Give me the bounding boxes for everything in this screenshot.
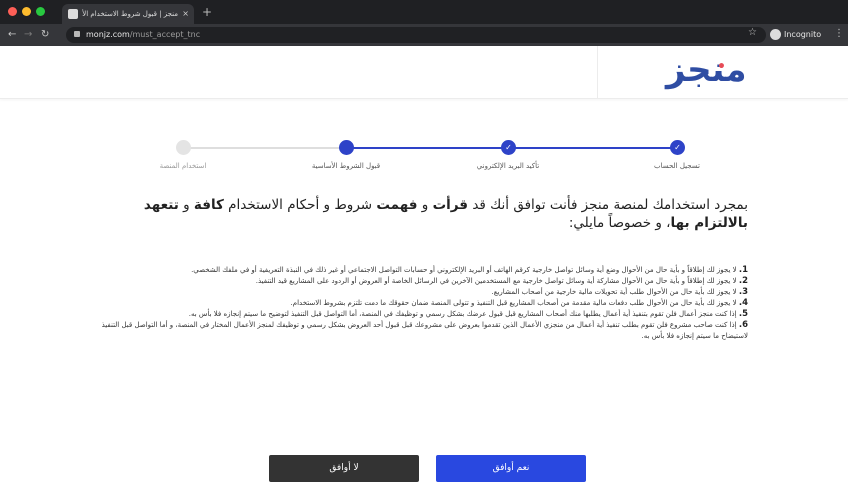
url-field[interactable]: monjz.com/must_accept_tnc: [66, 27, 766, 43]
term-number: 3.: [738, 287, 748, 297]
intro-read: قرأت: [432, 197, 469, 213]
site-header: منجز •: [0, 46, 848, 99]
term-item-1: 1. لا يجوز لك إطلاقاً و بأية حال من الأح…: [98, 265, 748, 276]
intro-understood: فهمت: [376, 197, 418, 213]
term-text: إذا كنت صاحب مشروع فلن تقوم بطلب تنفيذ أ…: [101, 321, 748, 340]
logo-dot-icon: •: [717, 59, 727, 75]
intro-text-2: و: [417, 197, 433, 213]
accept-button[interactable]: نعم أوافق: [436, 455, 586, 482]
term-number: 6.: [738, 320, 748, 330]
step-3-current-indicator: [339, 140, 354, 155]
favicon-icon: [68, 9, 78, 19]
step-4-label: استخدام المنصة: [159, 162, 207, 170]
new-tab-button[interactable]: +: [202, 4, 212, 20]
term-item-2: 2. لا يجوز لك إطلاقاً و بأية حال من الأح…: [98, 276, 748, 287]
term-item-3: 3. لا يجوز لك بأية حال من الأحوال طلب أي…: [98, 287, 748, 298]
step-4-pending-indicator: [176, 140, 191, 155]
intro-text-1: بمجرد استخدامك لمنصة منجز فأنت توافق أنك…: [468, 197, 748, 213]
intro-all: كافة: [193, 197, 224, 213]
incognito-indicator[interactable]: Incognito: [770, 28, 821, 42]
tab-strip: منجز | قبول شروط الاستخدام الأسا… × +: [0, 0, 848, 24]
step-3-label: قبول الشروط الأساسية: [311, 162, 381, 170]
step-1-label: تسجيل الحساب: [654, 162, 700, 170]
incognito-label: Incognito: [784, 30, 822, 39]
close-window-button[interactable]: [8, 7, 17, 16]
url-path: /must_accept_tnc: [129, 30, 201, 39]
logo-text: منجز: [666, 50, 747, 90]
intro-text-5: ، و خصوصاً مايلي:: [568, 215, 671, 231]
step-1-check-icon: ✓: [670, 140, 685, 155]
intro-text-4: و: [178, 197, 194, 213]
term-number: 2.: [738, 276, 748, 286]
term-text: لا يجوز لك إطلاقاً و بأية حال من الأحوال…: [191, 266, 737, 274]
bookmark-star-icon[interactable]: ☆: [748, 27, 757, 38]
minimize-window-button[interactable]: [22, 7, 31, 16]
reload-icon[interactable]: ↻: [41, 28, 49, 42]
step-2-check-icon: ✓: [501, 140, 516, 155]
url-domain: monjz.com: [86, 30, 130, 39]
term-text: إذا كنت منجز أعمال فلن تقوم بتنفيذ أية أ…: [188, 310, 737, 318]
header-divider: [597, 46, 598, 98]
term-item-5: 5. إذا كنت منجز أعمال فلن تقوم بتنفيذ أي…: [98, 309, 748, 320]
term-item-4: 4. لا يجوز لك بأية حال من الأحوال طلب دف…: [98, 298, 748, 309]
back-arrow-icon[interactable]: ←: [8, 28, 16, 42]
term-item-6: 6. إذا كنت صاحب مشروع فلن تقوم بطلب تنفي…: [98, 320, 748, 342]
address-bar: ← → ↻ monjz.com/must_accept_tnc ☆ Incogn…: [0, 24, 848, 46]
tab-close-button[interactable]: ×: [182, 4, 189, 24]
step-2-label: تأكيد البريد الإلكتروني: [476, 162, 540, 170]
browser-tab[interactable]: منجز | قبول شروط الاستخدام الأسا… ×: [62, 4, 194, 24]
browser-menu-icon[interactable]: ⋮: [834, 28, 844, 39]
lock-icon: [74, 31, 80, 37]
site-logo[interactable]: منجز •: [666, 52, 747, 88]
terms-intro: بمجرد استخدامك لمنصة منجز فأنت توافق أنك…: [100, 196, 748, 232]
term-text: لا يجوز لك بأية حال من الأحوال طلب دفعات…: [290, 299, 737, 307]
tab-title: منجز | قبول شروط الاستخدام الأسا…: [82, 10, 178, 18]
forward-arrow-icon[interactable]: →: [24, 28, 32, 42]
browser-window: منجز | قبول شروط الاستخدام الأسا… × + ← …: [0, 0, 848, 487]
decline-button[interactable]: لا أوافق: [269, 455, 419, 482]
term-number: 1.: [738, 265, 748, 275]
terms-list: 1. لا يجوز لك إطلاقاً و بأية حال من الأح…: [98, 265, 748, 342]
maximize-window-button[interactable]: [36, 7, 45, 16]
url-text: monjz.com/must_accept_tnc: [86, 27, 200, 43]
progress-stepper: ✓ تسجيل الحساب ✓ تأكيد البريد الإلكتروني…: [150, 140, 710, 180]
intro-text-3: شروط و أحكام الاستخدام: [223, 197, 377, 213]
term-text: لا يجوز لك إطلاقاً و بأية حال من الأحوال…: [255, 277, 737, 285]
term-number: 5.: [738, 309, 748, 319]
incognito-icon: [770, 29, 781, 40]
term-number: 4.: [738, 298, 748, 308]
term-text: لا يجوز لك بأية حال من الأحوال طلب أية ت…: [491, 288, 737, 296]
